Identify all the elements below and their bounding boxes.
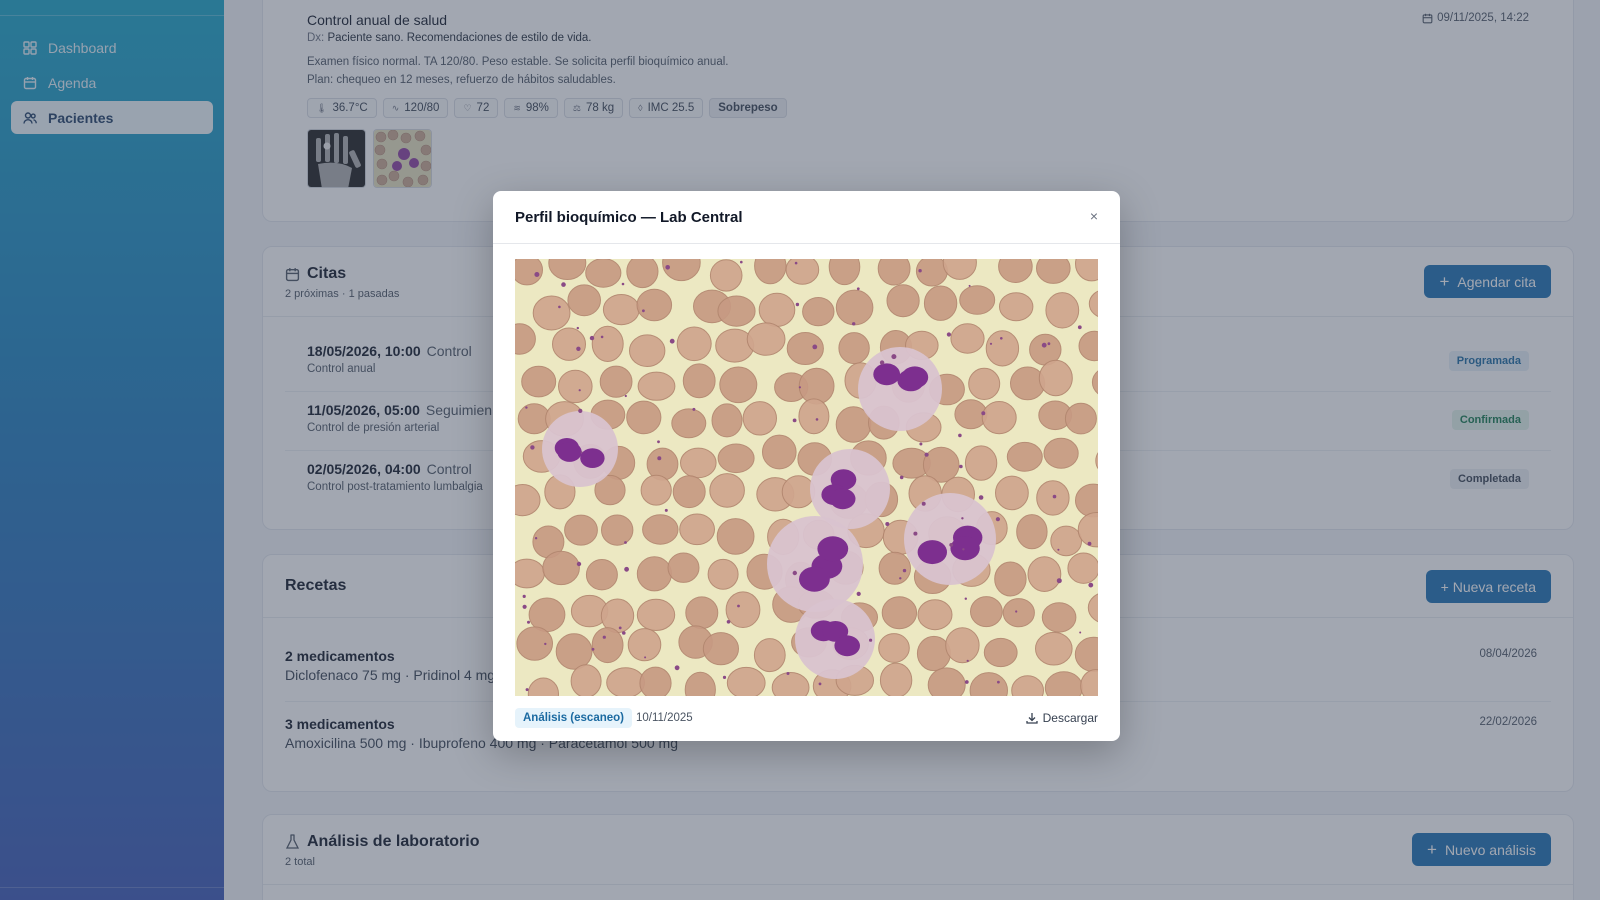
- document-viewer-modal: Perfil bioquímico — Lab Central × Anális…: [493, 191, 1120, 741]
- modal-header: Perfil bioquímico — Lab Central ×: [493, 191, 1120, 244]
- document-date: 10/11/2025: [636, 712, 693, 724]
- download-button[interactable]: Descargar: [1025, 711, 1098, 725]
- close-icon[interactable]: ×: [1086, 208, 1102, 224]
- modal-title: Perfil bioquímico — Lab Central: [515, 209, 743, 226]
- document-type-badge: Análisis (escaneo): [515, 708, 632, 728]
- blood-smear-image: [515, 259, 1098, 696]
- modal-footer: Análisis (escaneo) 10/11/2025 Descargar: [515, 706, 1098, 730]
- download-label: Descargar: [1042, 711, 1098, 725]
- download-icon: [1025, 712, 1043, 724]
